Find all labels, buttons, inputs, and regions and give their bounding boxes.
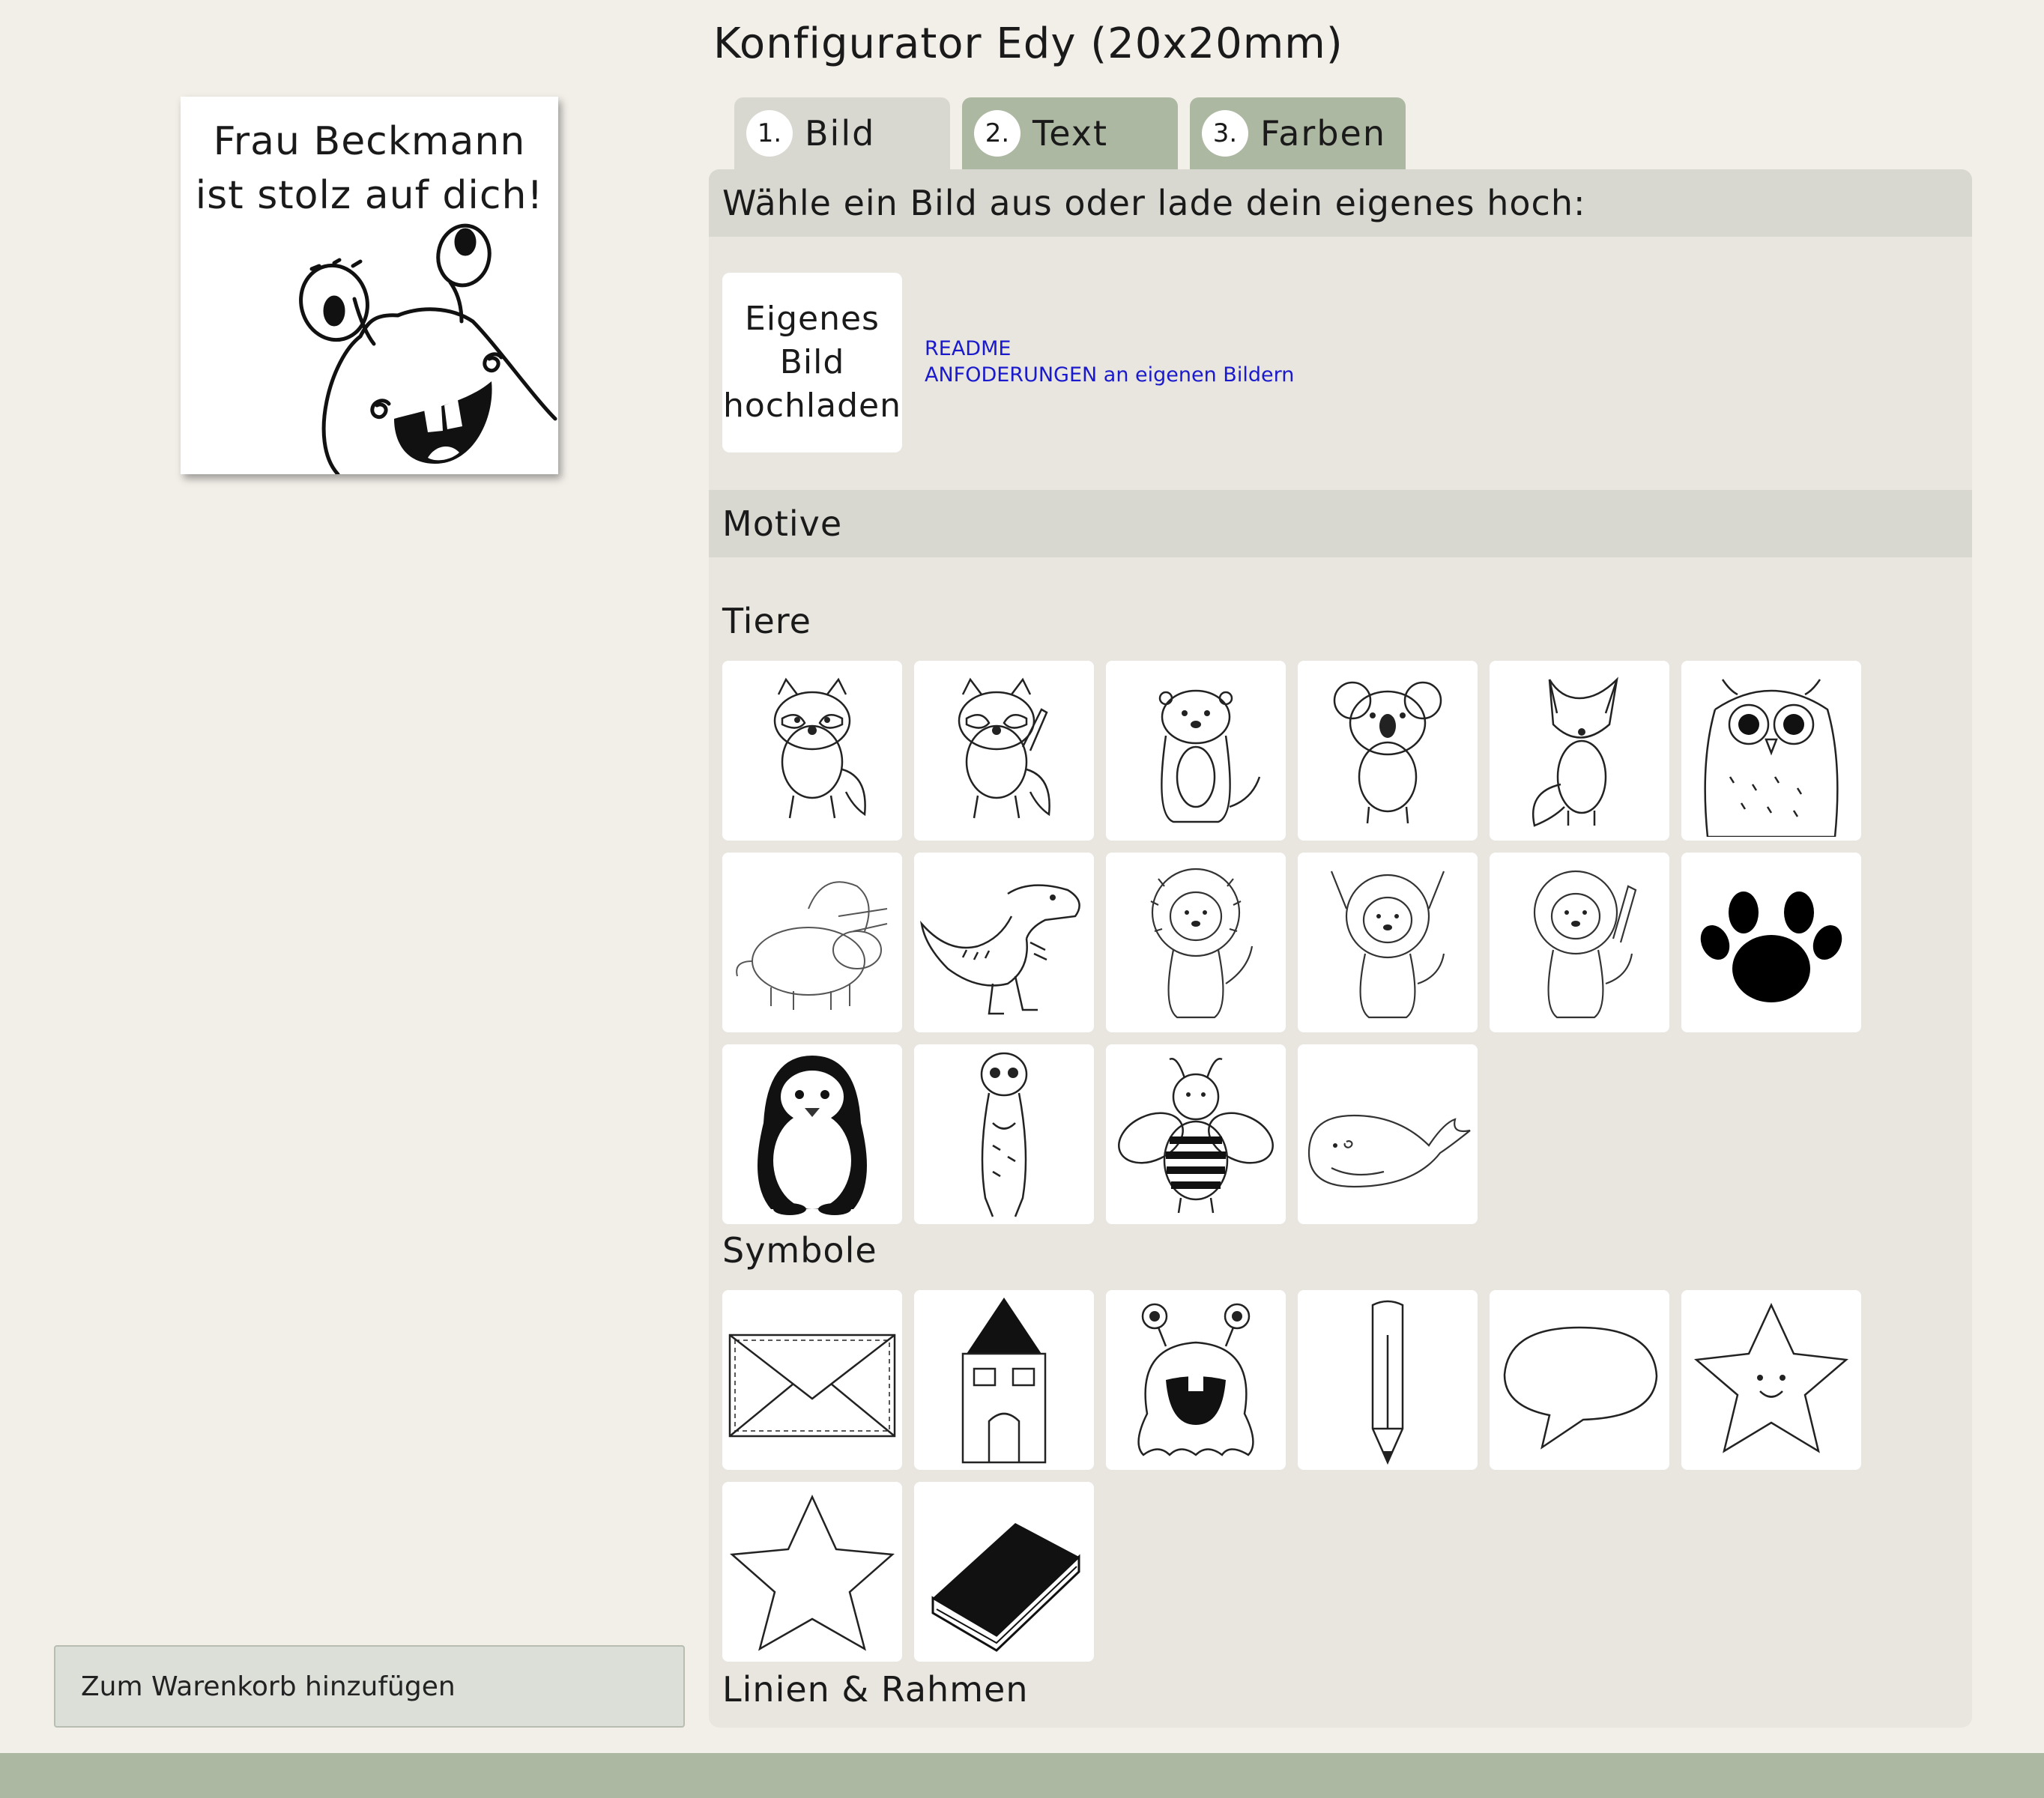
fox-icon — [1532, 676, 1618, 827]
speech-bubble-icon — [1503, 1326, 1658, 1450]
add-to-cart-label: Zum Warenkorb hinzufügen — [81, 1671, 456, 1702]
image-section-heading: Wähle ein Bild aus oder lade dein eigene… — [709, 169, 1972, 237]
monster-icon — [1137, 1303, 1254, 1456]
preview-column: Frau Beckmann ist stolz auf dich! Zum Wa… — [0, 0, 697, 1753]
config-panel: Wähle ein Bild aus oder lade dein eigene… — [709, 169, 1972, 1728]
lion-waving-icon — [1533, 870, 1637, 1019]
lion-icon — [1150, 868, 1254, 1019]
upload-image-button[interactable]: Eigenes Bild hochladen — [722, 273, 902, 452]
motif-tile[interactable] — [722, 1290, 902, 1470]
meerkat-icon — [980, 1052, 1028, 1217]
motif-tile[interactable] — [1298, 1290, 1478, 1470]
otter-icon — [1158, 689, 1261, 823]
paw-icon — [1700, 892, 1842, 1002]
tab-number: 1. — [746, 110, 793, 157]
motif-tile[interactable] — [1298, 1044, 1478, 1224]
book-icon — [931, 1523, 1080, 1652]
upload-line-2: Bild — [779, 343, 845, 381]
motif-tile[interactable] — [722, 1482, 902, 1662]
owl-icon — [1704, 679, 1839, 837]
motif-tile[interactable] — [1490, 661, 1669, 841]
motif-tile[interactable] — [722, 1044, 902, 1224]
motif-tile[interactable] — [1681, 853, 1861, 1032]
upload-line-1: Eigenes — [745, 300, 880, 338]
requirements-link[interactable]: ANFODERUNGEN an eigenen Bildern — [925, 362, 1294, 388]
footer-bar — [0, 1753, 2044, 1798]
motif-tile[interactable] — [1490, 853, 1669, 1032]
tab-label: Text — [1032, 113, 1109, 154]
readme-link[interactable]: README — [925, 336, 1294, 362]
preview-line-2: ist stolz auf dich! — [195, 173, 544, 218]
tab-farben[interactable]: 3. Farben — [1190, 97, 1406, 169]
koala-icon — [1333, 681, 1442, 824]
motif-tile[interactable] — [1681, 661, 1861, 841]
motif-tile[interactable] — [914, 1290, 1094, 1470]
bee-icon — [1118, 1058, 1274, 1214]
triceratops-icon — [736, 881, 888, 1010]
raccoon-waving-icon — [958, 677, 1050, 819]
tab-label: Farben — [1260, 113, 1386, 154]
motif-grid-tiere — [722, 661, 1861, 1224]
motif-tile[interactable] — [914, 1482, 1094, 1662]
tab-bar: 1. Bild 2. Text 3. Farben — [734, 97, 1406, 169]
star-icon — [729, 1494, 895, 1651]
smiling-star-icon — [1694, 1303, 1848, 1453]
penguin-icon — [758, 1056, 867, 1215]
motif-tile[interactable] — [914, 853, 1094, 1032]
whale-icon — [1307, 1114, 1471, 1188]
category-title-tiere: Tiere — [722, 601, 811, 641]
preview-text: Frau Beckmann ist stolz auf dich! — [181, 115, 558, 223]
motif-tile[interactable] — [914, 1044, 1094, 1224]
tab-number: 2. — [974, 110, 1021, 157]
tab-number: 3. — [1202, 110, 1248, 157]
raccoon-icon — [773, 677, 866, 819]
motif-tile[interactable] — [1298, 661, 1478, 841]
lion-arms-up-icon — [1330, 871, 1445, 1019]
t-rex-icon — [920, 884, 1080, 1015]
preview-line-1: Frau Beckmann — [213, 119, 526, 164]
motif-grid-symbole — [722, 1290, 1861, 1662]
tab-label: Bild — [805, 113, 876, 154]
motif-tile[interactable] — [722, 661, 902, 841]
tab-text[interactable]: 2. Text — [962, 97, 1178, 169]
page-title: Konfigurator Edy (20x20mm) — [713, 19, 1343, 68]
add-to-cart-button[interactable]: Zum Warenkorb hinzufügen — [54, 1645, 685, 1728]
motif-tile[interactable] — [722, 853, 902, 1032]
motif-tile[interactable] — [1298, 853, 1478, 1032]
pencil-icon — [1371, 1300, 1404, 1465]
motif-tile[interactable] — [914, 661, 1094, 841]
help-links: README ANFODERUNGEN an eigenen Bildern — [925, 336, 1294, 388]
motifs-heading: Motive — [709, 490, 1972, 557]
motif-tile[interactable] — [1106, 661, 1286, 841]
category-title-symbole: Symbole — [722, 1230, 877, 1271]
motif-tile[interactable] — [1106, 1044, 1286, 1224]
stamp-preview: Frau Beckmann ist stolz auf dich! — [181, 97, 558, 474]
tab-bild[interactable]: 1. Bild — [734, 97, 950, 169]
motif-tile[interactable] — [1681, 1290, 1861, 1470]
house-icon — [961, 1298, 1047, 1464]
envelope-icon — [728, 1334, 896, 1438]
motif-tile[interactable] — [1106, 853, 1286, 1032]
category-title-linien-rahmen: Linien & Rahmen — [722, 1669, 1029, 1710]
motif-tile[interactable] — [1106, 1290, 1286, 1470]
motif-tile[interactable] — [1490, 1290, 1669, 1470]
upload-line-3: hochladen — [723, 387, 901, 425]
